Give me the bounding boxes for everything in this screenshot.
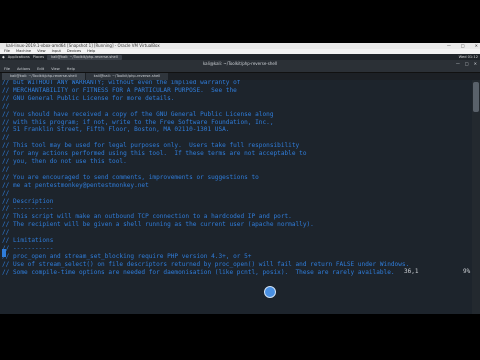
terminal-titlebar: kali@kali: ~/Toolkit/php-reverse-shell —…: [0, 60, 480, 67]
terminal-editor[interactable]: // Some compile-time options are needed …: [0, 80, 472, 314]
terminal-menu-edit[interactable]: Edit: [37, 67, 44, 72]
terminal-scrollbar[interactable]: [472, 80, 480, 314]
panel-clock: Wed 01:12: [458, 55, 478, 59]
scroll-percent: 9%: [463, 268, 471, 275]
panel-applications[interactable]: Applications: [8, 55, 30, 59]
code-line: // 51 Franklin Street, Fifth Floor, Bost…: [2, 126, 230, 134]
vm-window: kali-linux-2019.1-vbox-amd64 [Snapshot 1…: [0, 43, 480, 314]
close-icon[interactable]: ✕: [474, 60, 477, 67]
mouse-pointer-icon: [264, 286, 276, 298]
code-line: // you, then do not use this tool.: [2, 158, 127, 165]
code-line: // You are encouraged to send comments, …: [2, 173, 259, 181]
maximize-icon[interactable]: □: [465, 60, 469, 67]
terminal-menu-file[interactable]: File: [4, 67, 10, 72]
terminal-title: kali@kali: ~/Toolkit/php-reverse-shell: [202, 61, 278, 66]
code-line: // GNU General Public License for more d…: [2, 94, 175, 102]
code-line: //: [2, 189, 10, 197]
code-line: // -----------: [2, 244, 54, 252]
code-line: // MERCHANTABILITY or FITNESS FOR A PART…: [2, 86, 237, 94]
terminal-menu-help[interactable]: Help: [67, 67, 75, 72]
code-line: // me at pentestmonkey@pentestmonkey.net: [2, 181, 149, 189]
code-line: // -----------: [2, 205, 54, 213]
text-cursor: [2, 249, 6, 257]
code-line: // with this program; if not, write to t…: [2, 118, 274, 126]
minimize-icon[interactable]: —: [456, 60, 460, 67]
code-line: //: [2, 102, 10, 110]
code-line: // This script will make an outbound TCP…: [2, 213, 292, 221]
code-line: // Limitations: [2, 237, 54, 244]
virtualbox-title: kali-linux-2019.1-vbox-amd64 [Snapshot 1…: [6, 43, 160, 48]
kali-logo-icon[interactable]: ◆: [2, 55, 5, 59]
code-line: // This tool may be used for legal purpo…: [2, 142, 300, 150]
terminal-tab[interactable]: kali@kali: ~/Toolkit/php-reverse-shell: [85, 73, 169, 80]
vim-status-line: 36,1 9%: [0, 268, 472, 276]
terminal-tab[interactable]: kali@kali: ~/Toolkit/php-reverse-shell: [2, 73, 85, 80]
scrollbar-thumb[interactable]: [473, 82, 479, 112]
cursor-position: 36,1: [404, 268, 419, 275]
code-line: // Description: [2, 197, 54, 205]
code-line: // The recipient will be given a shell r…: [2, 221, 314, 229]
code-line: // for any actions performed using this …: [2, 150, 307, 158]
terminal-menu-actions[interactable]: Actions: [17, 67, 30, 72]
taskbar-terminal[interactable]: kali@kali: ~/Toolkit/php-reverse-shell: [47, 54, 122, 60]
code-line: //: [2, 229, 10, 237]
terminal-tabs: kali@kali: ~/Toolkit/php-reverse-shell k…: [0, 73, 480, 80]
code-line: // but WITHOUT ANY WARRANTY; without eve…: [2, 80, 241, 86]
code-line: // You should have received a copy of th…: [2, 110, 274, 118]
terminal-window-controls: — □ ✕: [456, 60, 477, 67]
code-line: // proc_open and stream_set_blocking req…: [2, 252, 252, 260]
terminal-menu-view[interactable]: View: [51, 67, 60, 72]
code-line: //: [2, 165, 10, 173]
code-line: //: [2, 134, 10, 142]
panel-places[interactable]: Places: [33, 55, 44, 59]
